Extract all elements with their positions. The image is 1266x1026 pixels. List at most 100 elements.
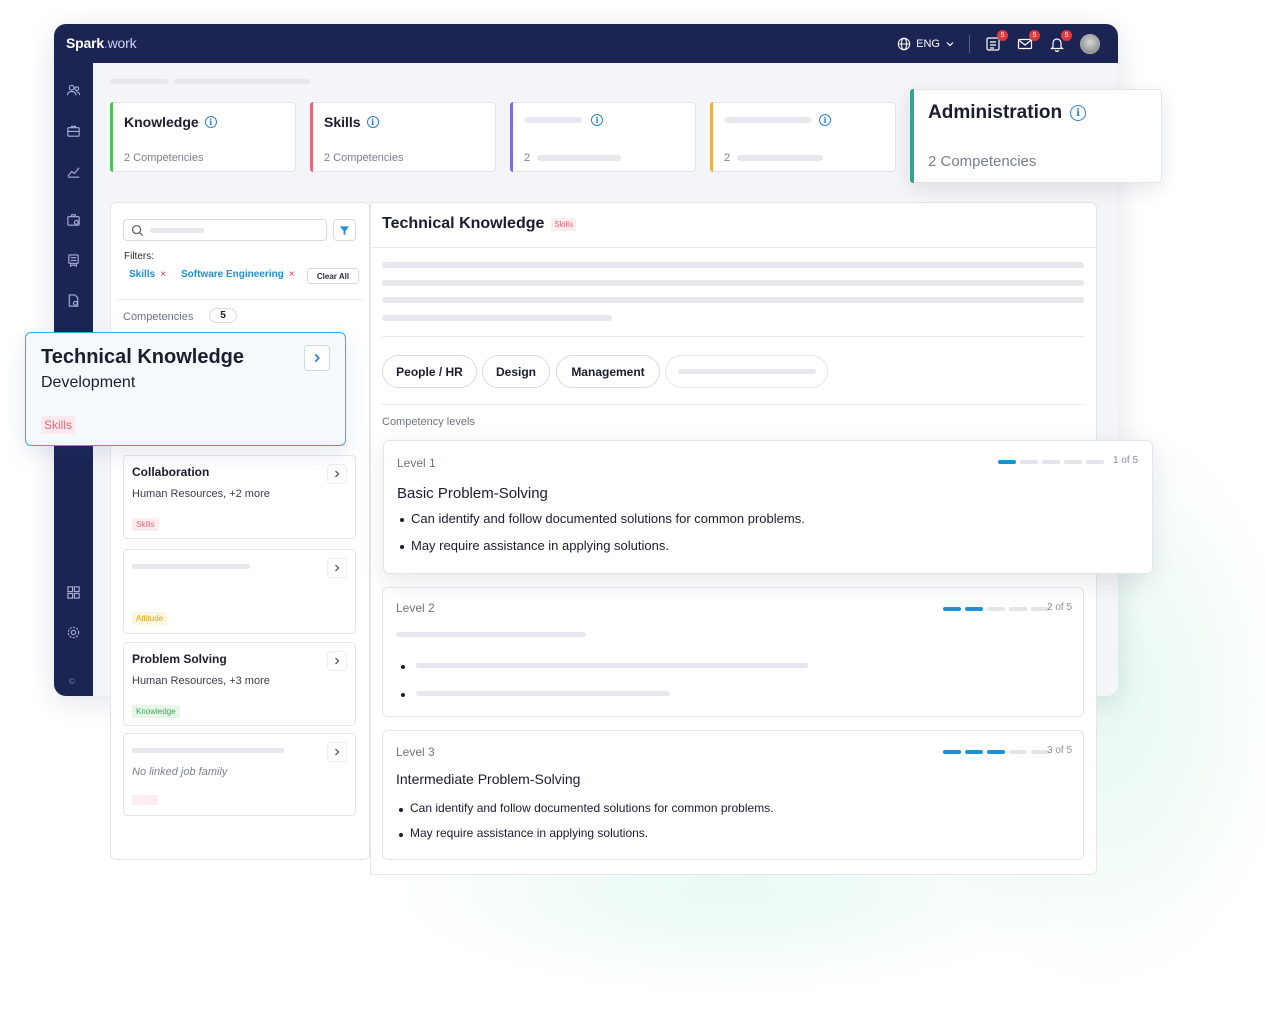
bullet-placeholder <box>416 663 808 668</box>
progress-segment <box>965 750 983 754</box>
category-card-placeholder[interactable]: i 2 <box>510 102 696 172</box>
info-icon[interactable]: i <box>204 116 217 128</box>
top-bar-actions: ENG 5 5 5 <box>897 24 1100 63</box>
level-bullet: Can identify and follow documented solut… <box>397 511 805 526</box>
bell-icon[interactable]: 5 <box>1048 29 1072 53</box>
progress-segment <box>943 750 961 754</box>
category-tag: Attitude <box>132 612 168 625</box>
close-icon[interactable]: × <box>289 269 295 280</box>
brand-logo[interactable]: Spark.work <box>66 35 137 51</box>
level-count: 2 of 5 <box>1047 602 1073 613</box>
progress-segment <box>987 607 1005 611</box>
category-tag: Knowledge <box>132 705 180 718</box>
level-card[interactable]: Level 1 1 of 5 Basic Problem-Solving Can… <box>383 440 1153 574</box>
filter-chip[interactable]: Software Engineering × <box>181 269 295 280</box>
category-title-placeholder <box>724 117 812 123</box>
progress-segment <box>1064 460 1082 464</box>
filters-label: Filters: <box>124 251 154 262</box>
category-card-knowledge[interactable]: Knowledge i 2 Competencies <box>110 102 296 172</box>
chart-icon[interactable] <box>65 163 81 179</box>
category-tag-placeholder <box>132 795 158 805</box>
close-icon[interactable]: × <box>160 269 166 280</box>
info-icon[interactable]: i <box>591 114 603 126</box>
category-card-placeholder[interactable]: i 2 <box>710 102 896 172</box>
category-title-placeholder <box>524 117 582 123</box>
apps-icon[interactable] <box>65 584 81 600</box>
competencies-count: 5 <box>209 308 237 323</box>
category-title: Administration <box>928 102 1063 123</box>
category-count-placeholder <box>737 155 823 161</box>
job-family-pill[interactable] <box>665 355 828 388</box>
detail-title: Technical Knowledge Skills <box>382 215 577 233</box>
level-name: Level 3 <box>396 745 435 759</box>
top-bar: Spark.work ENG 5 5 5 <box>54 24 1118 63</box>
divider <box>117 299 363 300</box>
briefcase-icon[interactable] <box>65 122 81 138</box>
info-icon[interactable]: i <box>1070 105 1087 121</box>
category-color-bar <box>510 102 513 172</box>
clear-all-button[interactable]: Clear All <box>307 268 359 284</box>
filter-icon <box>339 225 350 235</box>
language-selector[interactable]: ENG <box>897 37 955 51</box>
competencies-label: Competencies <box>123 311 194 323</box>
level-bullet: May require assistance in applying solut… <box>397 538 805 553</box>
list-item[interactable]: No linked job family <box>123 733 356 816</box>
breadcrumb-placeholder <box>174 79 310 84</box>
level-progress <box>998 460 1104 464</box>
category-tag: Skills <box>551 217 577 231</box>
search-placeholder <box>150 228 204 233</box>
job-family-pill[interactable]: Management <box>556 355 660 388</box>
category-title: Knowledge <box>124 114 199 130</box>
info-icon[interactable]: i <box>819 114 831 126</box>
gear-icon[interactable] <box>65 624 81 640</box>
job-family-pill[interactable]: People / HR <box>382 355 477 388</box>
bullet <box>401 693 405 697</box>
list-item[interactable]: Problem Solving Human Resources, +3 more… <box>123 642 356 726</box>
job-icon[interactable] <box>65 211 81 227</box>
search-input[interactable] <box>123 219 327 241</box>
breadcrumb-placeholder <box>110 79 168 84</box>
progress-segment <box>1009 607 1027 611</box>
level-title-placeholder <box>396 632 586 637</box>
filter-button[interactable] <box>333 219 356 241</box>
tasks-icon[interactable]: 5 <box>984 29 1008 53</box>
detail-title-text: Technical Knowledge <box>382 215 545 232</box>
progress-segment <box>998 460 1016 464</box>
level-card[interactable]: Level 3 3 of 5 Intermediate Problem-Solv… <box>382 730 1084 860</box>
filter-chip[interactable]: Skills × <box>129 269 166 280</box>
filter-chip-label: Skills <box>129 269 156 280</box>
level-card[interactable]: Level 2 2 of 5 <box>382 587 1084 717</box>
level-progress <box>943 607 1049 611</box>
selected-competency-card[interactable]: Technical Knowledge Development Skills <box>25 332 346 446</box>
list-item[interactable]: Collaboration Human Resources, +2 more S… <box>123 455 356 539</box>
list-item[interactable]: Attitude <box>123 549 356 634</box>
notification-badge: 5 <box>997 29 1008 41</box>
chevron-right-icon[interactable] <box>304 345 330 371</box>
mail-icon[interactable]: 5 <box>1016 29 1040 53</box>
level-title: Intermediate Problem-Solving <box>396 771 581 787</box>
description-placeholder <box>382 315 612 321</box>
job-family-pill[interactable]: Design <box>482 355 550 388</box>
chevron-right-icon[interactable] <box>327 651 347 671</box>
list-item-title-placeholder <box>132 748 284 753</box>
category-color-bar <box>110 102 113 172</box>
category-card-administration[interactable]: Administration i 2 Competencies <box>910 89 1162 183</box>
language-label: ENG <box>916 37 940 50</box>
level-bullets: Can identify and follow documented solut… <box>396 801 774 840</box>
category-color-bar <box>310 102 313 172</box>
category-card-skills[interactable]: Skills i 2 Competencies <box>310 102 496 172</box>
people-icon[interactable] <box>65 82 81 98</box>
avatar[interactable] <box>1080 33 1100 54</box>
notification-badge: 5 <box>1061 29 1072 41</box>
category-color-bar <box>710 102 713 172</box>
chevron-right-icon[interactable] <box>327 464 347 484</box>
chevron-right-icon[interactable] <box>327 558 347 578</box>
document-icon[interactable] <box>65 292 81 308</box>
progress-segment <box>1009 750 1027 754</box>
chevron-right-icon[interactable] <box>327 742 347 762</box>
progress-segment <box>1020 460 1038 464</box>
chevron-down-icon <box>946 41 954 46</box>
level-count: 3 of 5 <box>1047 745 1073 756</box>
info-icon[interactable]: i <box>366 116 379 128</box>
learning-icon[interactable] <box>65 252 81 268</box>
